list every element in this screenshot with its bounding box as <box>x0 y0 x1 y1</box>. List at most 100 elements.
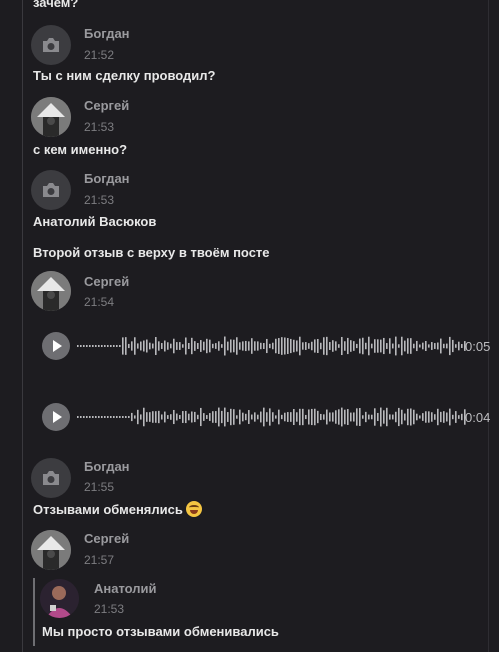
waveform-bar <box>170 343 172 349</box>
waveform-bar <box>383 410 385 424</box>
waveform-bar <box>431 342 433 350</box>
waveform-bar <box>185 410 187 424</box>
reply-avatar[interactable] <box>40 579 79 618</box>
waveform-bar <box>95 345 97 347</box>
message-text: Ты с ним сделку проводил? <box>33 68 216 83</box>
waveform-bar <box>191 411 193 423</box>
waveform-bar <box>440 338 442 354</box>
waveform-bar <box>275 415 277 419</box>
avatar[interactable] <box>31 530 71 570</box>
avatar[interactable] <box>31 170 71 210</box>
waveform-bar <box>395 336 397 356</box>
waveform-bar <box>254 341 256 351</box>
voice-duration: 0:05 <box>465 339 491 354</box>
waveform-bar <box>461 413 463 421</box>
waveform-bar <box>446 412 448 422</box>
waveform-bar <box>260 342 262 350</box>
waveform-bar <box>179 342 181 350</box>
waveform-bar <box>356 343 358 349</box>
scrollbar-track[interactable] <box>488 0 489 652</box>
waveform-bar <box>356 408 358 426</box>
play-button[interactable] <box>42 403 70 431</box>
waveform-bar <box>284 337 286 355</box>
message-time: 21:55 <box>84 480 115 494</box>
avatar[interactable] <box>31 97 71 137</box>
user-photo-icon <box>40 579 79 618</box>
waveform-bar <box>113 416 115 418</box>
waveform-bar <box>233 409 235 425</box>
waveform-bar <box>392 343 394 349</box>
author-name[interactable]: Богдан <box>84 26 130 41</box>
waveform-bar <box>161 343 163 349</box>
play-button[interactable] <box>42 332 70 360</box>
waveform-bar <box>158 341 160 351</box>
author-name[interactable]: Сергей <box>84 531 129 546</box>
waveform-bar <box>341 407 343 427</box>
waveform-bar <box>215 343 217 349</box>
waveform-bar <box>419 415 421 419</box>
waveform[interactable] <box>77 403 467 431</box>
waveform-bar <box>362 337 364 355</box>
waveform-bar <box>266 412 268 422</box>
waveform-bar <box>227 341 229 351</box>
waveform-bar <box>449 408 451 426</box>
waveform-bar <box>314 408 316 426</box>
waveform-bar <box>206 415 208 419</box>
waveform-bar <box>194 341 196 351</box>
waveform-bar <box>146 412 148 422</box>
waveform-bar <box>257 341 259 351</box>
waveform-bar <box>224 407 226 427</box>
waveform-bar <box>425 340 427 352</box>
waveform-bar <box>281 337 283 355</box>
waveform-bar <box>293 339 295 353</box>
waveform-bar <box>230 408 232 426</box>
waveform-bar <box>164 340 166 352</box>
waveform-bar <box>89 345 91 347</box>
message-text: Второй отзыв с верху в твоём посте <box>33 245 270 260</box>
author-name[interactable]: Богдан <box>84 459 130 474</box>
waveform-bar <box>92 416 94 418</box>
waveform-bar <box>431 412 433 422</box>
waveform[interactable] <box>77 332 467 360</box>
voice-message: 0:04 <box>42 403 492 431</box>
waveform-bar <box>125 337 127 355</box>
waveform-bar <box>386 343 388 349</box>
waveform-bar <box>389 414 391 420</box>
waveform-bar <box>455 344 457 348</box>
waveform-bar <box>122 416 124 418</box>
message-time: 21:57 <box>84 553 115 567</box>
waveform-bar <box>134 415 136 419</box>
waveform-bar <box>368 336 370 356</box>
waveform-bar <box>338 409 340 425</box>
waveform-bar <box>287 412 289 422</box>
author-name[interactable]: Богдан <box>84 171 130 186</box>
waveform-bar <box>242 412 244 422</box>
waveform-bar <box>164 411 166 423</box>
waveform-bar <box>287 338 289 354</box>
waveform-bar <box>272 412 274 422</box>
waveform-bar <box>272 342 274 350</box>
reply-time: 21:53 <box>94 602 125 616</box>
waveform-bar <box>194 411 196 423</box>
avatar[interactable] <box>31 25 71 65</box>
waveform-bar <box>146 339 148 353</box>
waveform-bar <box>260 411 262 423</box>
waveform-bar <box>317 339 319 353</box>
reply-author-name[interactable]: Анатолий <box>94 581 157 596</box>
waveform-bar <box>185 337 187 355</box>
avatar[interactable] <box>31 458 71 498</box>
avatar[interactable] <box>31 271 71 311</box>
waveform-bar <box>239 342 241 350</box>
waveform-bar <box>170 414 172 420</box>
reply-text: Мы просто отзывами обменивались <box>42 624 279 639</box>
author-name[interactable]: Сергей <box>84 98 129 113</box>
waveform-bar <box>113 345 115 347</box>
waveform-bar <box>152 343 154 349</box>
waveform-bar <box>83 416 85 418</box>
waveform-bar <box>92 345 94 347</box>
waveform-bar <box>263 407 265 427</box>
author-name[interactable]: Сергей <box>84 274 129 289</box>
waveform-bar <box>401 336 403 356</box>
waveform-bar <box>119 416 121 418</box>
waveform-bar <box>314 339 316 353</box>
